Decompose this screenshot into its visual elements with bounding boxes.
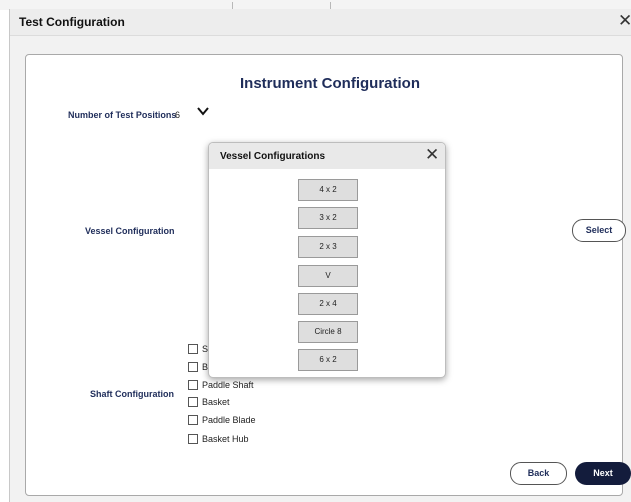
- checkbox-icon[interactable]: [188, 344, 198, 354]
- shaft-option-basket-hub[interactable]: Basket Hub: [188, 434, 249, 446]
- strip-divider: [330, 2, 331, 9]
- vessel-option-button[interactable]: V: [298, 265, 358, 287]
- shaft-configuration-label: Shaft Configuration: [90, 389, 174, 399]
- page-title: Instrument Configuration: [240, 75, 420, 92]
- shaft-option-basket[interactable]: Basket: [188, 397, 230, 409]
- checkbox-icon[interactable]: [188, 415, 198, 425]
- select-button[interactable]: Select: [572, 219, 626, 242]
- dialog-header: Vessel Configurations ✕: [209, 143, 445, 169]
- dialog-title: Vessel Configurations: [220, 151, 326, 162]
- shaft-option-label: Basket: [202, 397, 230, 407]
- checkbox-icon[interactable]: [188, 397, 198, 407]
- shaft-option-paddle-shaft[interactable]: Paddle Shaft: [188, 380, 254, 392]
- shaft-option-paddle-blade[interactable]: Paddle Blade: [188, 415, 256, 427]
- next-button[interactable]: Next: [575, 462, 631, 485]
- vessel-option-button[interactable]: 6 x 2: [298, 349, 358, 371]
- test-positions-value[interactable]: 6: [175, 110, 180, 120]
- vessel-configuration-label: Vessel Configuration: [85, 226, 175, 236]
- checkbox-icon[interactable]: [188, 362, 198, 372]
- title-bar: Test Configuration ✕: [10, 9, 631, 36]
- close-icon[interactable]: ✕: [425, 146, 439, 164]
- vessel-option-button[interactable]: 3 x 2: [298, 207, 358, 229]
- vessel-configurations-dialog: Vessel Configurations ✕ 4 x 2 3 x 2 2 x …: [208, 142, 446, 378]
- vessel-option-button[interactable]: 2 x 4: [298, 293, 358, 315]
- shaft-option-label: Basket Hub: [202, 434, 249, 444]
- close-icon[interactable]: ✕: [618, 12, 631, 30]
- vessel-option-button[interactable]: 4 x 2: [298, 179, 358, 201]
- vessel-option-button[interactable]: Circle 8: [298, 321, 358, 343]
- shaft-option-label: Paddle Blade: [202, 415, 256, 425]
- window-title: Test Configuration: [19, 15, 125, 29]
- back-button[interactable]: Back: [510, 462, 567, 485]
- strip-divider: [232, 2, 233, 9]
- checkbox-icon[interactable]: [188, 380, 198, 390]
- test-positions-label: Number of Test Positions: [68, 110, 177, 120]
- vessel-option-button[interactable]: 2 x 3: [298, 236, 358, 258]
- shaft-option-label: Paddle Shaft: [202, 380, 254, 390]
- checkbox-icon[interactable]: [188, 434, 198, 444]
- chevron-down-icon[interactable]: [197, 106, 209, 116]
